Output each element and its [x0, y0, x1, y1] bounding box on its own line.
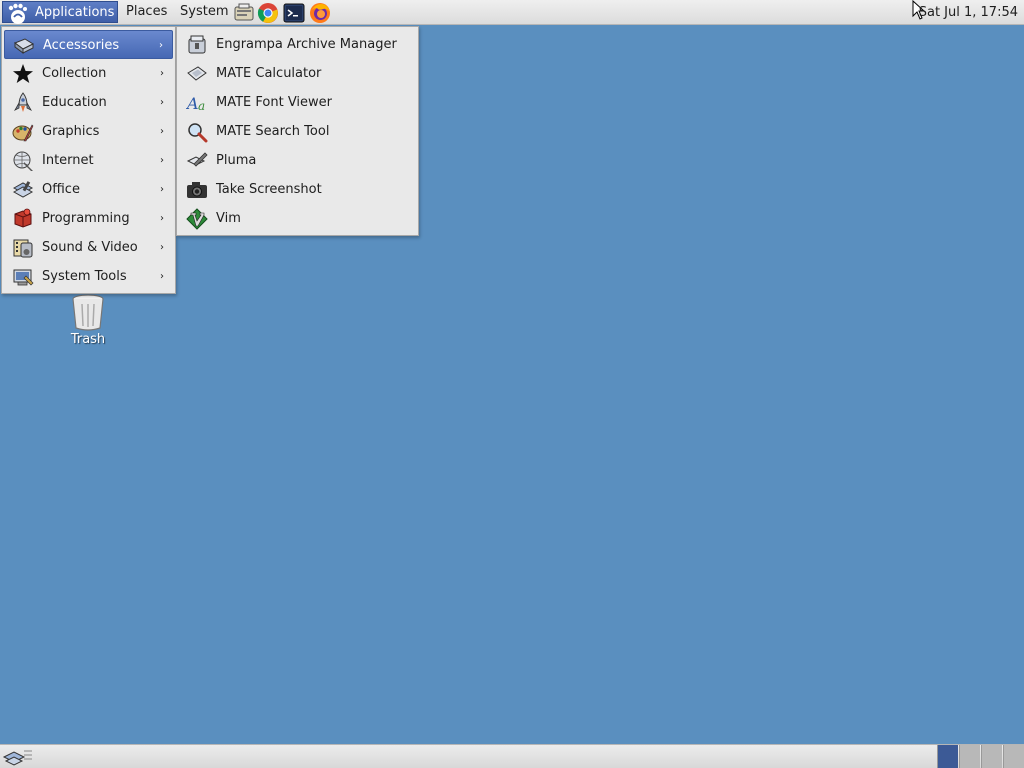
top-panel: Applications Places System Sat Jul 1, 17… [0, 0, 1024, 25]
menu-item-label: Sound & Video [42, 240, 138, 255]
file-manager-icon[interactable] [233, 2, 255, 24]
chevron-right-icon: › [160, 97, 164, 108]
submenu-item-label: MATE Search Tool [216, 124, 330, 139]
submenu-item-take-screenshot[interactable]: Take Screenshot [179, 175, 416, 204]
menu-item-label: Graphics [42, 124, 100, 139]
system-menu-button[interactable]: System [174, 1, 234, 23]
menu-item-label: Office [42, 182, 80, 197]
workspace-1[interactable] [937, 745, 958, 768]
desktop-trash[interactable]: Trash [58, 292, 118, 356]
internet-icon [13, 151, 33, 171]
chrome-icon[interactable] [257, 2, 279, 24]
submenu-item-font-viewer[interactable]: A a MATE Font Viewer [179, 88, 416, 117]
chevron-right-icon: › [160, 242, 164, 253]
submenu-item-vim[interactable]: Vim [179, 204, 416, 233]
programming-icon [14, 208, 32, 228]
mate-foot-icon [8, 3, 27, 24]
submenu-item-search-tool[interactable]: MATE Search Tool [179, 117, 416, 146]
submenu-item-label: Vim [216, 211, 241, 226]
submenu-item-label: Take Screenshot [216, 182, 322, 197]
chevron-right-icon: › [160, 271, 164, 282]
menu-item-label: Accessories [43, 38, 120, 53]
font-viewer-icon: A a [186, 94, 205, 113]
menu-item-sound-video[interactable]: Sound & Video › [4, 233, 173, 262]
menu-item-education[interactable]: Education › [4, 88, 173, 117]
submenu-item-label: Pluma [216, 153, 257, 168]
places-menu-button[interactable]: Places [120, 1, 173, 23]
system-tools-icon [13, 269, 34, 286]
menu-item-system-tools[interactable]: System Tools › [4, 262, 173, 291]
system-menu-label: System [180, 4, 229, 19]
submenu-item-label: MATE Calculator [216, 66, 322, 81]
office-icon [12, 181, 34, 198]
accessories-icon [13, 38, 35, 54]
chevron-right-icon: › [160, 184, 164, 195]
sound-video-icon [13, 239, 33, 258]
places-menu-label: Places [126, 4, 168, 19]
workspace-2[interactable] [959, 745, 980, 768]
search-icon [188, 123, 208, 143]
menu-item-collection[interactable]: Collection › [4, 59, 173, 88]
submenu-item-calculator[interactable]: MATE Calculator [179, 59, 416, 88]
menu-item-accessories[interactable]: Accessories › [4, 30, 173, 59]
show-desktop-icon[interactable] [2, 747, 34, 767]
chevron-right-icon: › [159, 40, 163, 51]
workspace-3[interactable] [981, 745, 1002, 768]
bottom-panel [0, 744, 1024, 768]
text-editor-icon [186, 152, 208, 167]
menu-item-label: System Tools [42, 269, 127, 284]
firefox-icon[interactable] [309, 2, 331, 24]
terminal-icon[interactable] [283, 2, 305, 24]
submenu-item-label: MATE Font Viewer [216, 95, 333, 110]
menu-item-label: Programming [42, 211, 130, 226]
archive-manager-icon [188, 35, 206, 54]
calculator-icon [187, 66, 207, 81]
chevron-right-icon: › [160, 213, 164, 224]
menu-item-office[interactable]: Office › [4, 175, 173, 204]
menu-item-label: Internet [42, 153, 94, 168]
menu-item-label: Collection [42, 66, 107, 81]
applications-menu-label: Applications [35, 5, 115, 20]
submenu-item-label: Engrampa Archive Manager [216, 37, 397, 52]
graphics-icon [12, 124, 34, 142]
workspace-4[interactable] [1003, 745, 1024, 768]
menu-item-internet[interactable]: Internet › [4, 146, 173, 175]
menu-item-label: Education [42, 95, 107, 110]
vim-icon [186, 208, 208, 230]
submenu-item-engrampa[interactable]: Engrampa Archive Manager [179, 30, 416, 59]
chevron-right-icon: › [160, 68, 164, 79]
svg-text:a: a [198, 99, 205, 113]
clock[interactable]: Sat Jul 1, 17:54 [919, 0, 1018, 25]
chevron-right-icon: › [160, 126, 164, 137]
applications-menu-button[interactable]: Applications [2, 1, 118, 24]
trash-label: Trash [70, 332, 106, 347]
submenu-item-pluma[interactable]: Pluma [179, 146, 416, 175]
menu-item-programming[interactable]: Programming › [4, 204, 173, 233]
menu-item-graphics[interactable]: Graphics › [4, 117, 173, 146]
camera-icon [187, 182, 207, 198]
star-icon [13, 64, 33, 83]
svg-text:A: A [186, 94, 199, 113]
accessories-submenu: Engrampa Archive Manager MATE Calculator… [176, 26, 419, 236]
applications-menu: Accessories › Collection › Education › G… [1, 26, 176, 294]
education-icon [13, 92, 33, 112]
chevron-right-icon: › [160, 155, 164, 166]
trash-icon [72, 294, 104, 331]
